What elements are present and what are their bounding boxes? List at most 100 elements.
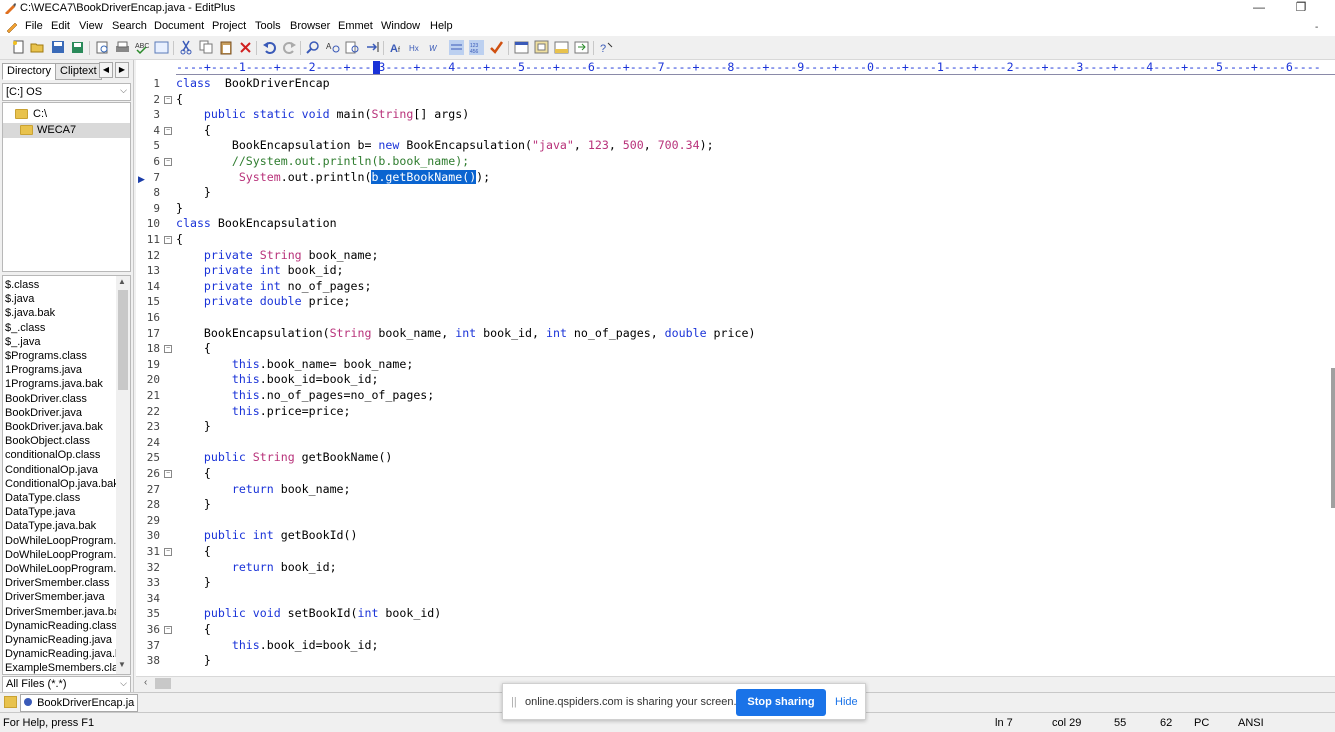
code-line[interactable]: public static void main(String[] args) bbox=[176, 107, 469, 123]
code-line[interactable]: { bbox=[176, 232, 183, 248]
code-line[interactable]: private int book_id; bbox=[176, 263, 344, 279]
find-in-files-icon[interactable] bbox=[345, 40, 360, 55]
tab-directory[interactable]: Directory bbox=[2, 63, 57, 80]
save-icon[interactable] bbox=[51, 40, 66, 55]
window-tile-icon[interactable] bbox=[514, 40, 529, 55]
file-list-item[interactable]: DoWhileLoopProgram.j bbox=[5, 562, 119, 576]
fold-toggle-icon[interactable]: − bbox=[164, 95, 172, 104]
code-line[interactable]: private String book_name; bbox=[176, 248, 379, 264]
menu-emmet[interactable]: Emmet bbox=[338, 20, 373, 32]
file-list-item[interactable]: ConditionalOp.java.bak bbox=[5, 477, 119, 491]
drive-select[interactable]: [C:] OS ⌵ bbox=[2, 83, 131, 101]
fold-toggle-icon[interactable]: − bbox=[164, 470, 172, 478]
menu-document[interactable]: Document bbox=[154, 20, 204, 32]
code-line[interactable]: { bbox=[176, 622, 211, 638]
fold-toggle-icon[interactable]: − bbox=[164, 626, 172, 634]
code-line[interactable]: { bbox=[176, 341, 211, 357]
tree-item-weca7[interactable]: WECA7 bbox=[37, 124, 76, 136]
file-list-item[interactable]: $_.java bbox=[5, 335, 40, 349]
file-list-item[interactable]: DoWhileLoopProgram.c bbox=[5, 534, 122, 548]
menu-tools[interactable]: Tools bbox=[255, 20, 281, 32]
cut-icon[interactable] bbox=[179, 40, 194, 55]
code-line[interactable]: { bbox=[176, 466, 211, 482]
ruler-toggle-icon[interactable] bbox=[449, 40, 464, 55]
hex-view-icon[interactable]: Hx bbox=[409, 40, 424, 55]
fold-toggle-icon[interactable]: − bbox=[164, 126, 172, 135]
file-list-item[interactable]: $.java.bak bbox=[5, 306, 55, 320]
code-line[interactable]: public int getBookId() bbox=[176, 528, 358, 544]
fold-toggle-icon[interactable]: − bbox=[164, 236, 172, 244]
menu-window[interactable]: Window bbox=[381, 20, 420, 32]
code-line[interactable]: this.book_id=book_id; bbox=[176, 638, 379, 654]
menu-view[interactable]: View bbox=[79, 20, 103, 32]
file-list-item[interactable]: BookObject.class bbox=[5, 434, 90, 448]
close-tab-icon[interactable]: × bbox=[137, 698, 138, 709]
word-wrap-icon[interactable]: W bbox=[429, 40, 444, 55]
file-list-item[interactable]: ExampleSmembers.class bbox=[5, 661, 129, 674]
paste-icon[interactable] bbox=[219, 40, 234, 55]
menu-search[interactable]: Search bbox=[112, 20, 147, 32]
code-line[interactable]: return book_name; bbox=[176, 482, 351, 498]
menu-project[interactable]: Project bbox=[212, 20, 246, 32]
code-line[interactable]: private double price; bbox=[176, 294, 351, 310]
fold-toggle-icon[interactable]: − bbox=[164, 158, 172, 166]
delete-icon[interactable] bbox=[238, 40, 253, 55]
file-list-item[interactable]: $Programs.class bbox=[5, 349, 87, 363]
code-line[interactable]: this.price=price; bbox=[176, 404, 351, 420]
code-line[interactable]: this.book_name= book_name; bbox=[176, 357, 413, 373]
copy-icon[interactable] bbox=[199, 40, 214, 55]
code-line[interactable]: } bbox=[176, 575, 211, 591]
toggle-panel-icon[interactable] bbox=[574, 40, 589, 55]
goto-line-icon[interactable] bbox=[365, 40, 380, 55]
code-line[interactable]: class BookDriverEncap bbox=[176, 76, 330, 92]
code-line[interactable]: BookEncapsulation b= new BookEncapsulati… bbox=[176, 138, 714, 154]
html-preview-icon[interactable] bbox=[154, 40, 169, 55]
code-line[interactable]: //System.out.println(b.book_name); bbox=[176, 154, 469, 170]
mdi-minimize-button[interactable]: - bbox=[1315, 22, 1318, 33]
scroll-left-icon[interactable]: ‹ bbox=[144, 677, 147, 688]
file-list-item[interactable]: BookDriver.class bbox=[5, 392, 87, 406]
file-list-item[interactable]: DriverSmember.class bbox=[5, 576, 110, 590]
restore-button[interactable]: ❐ bbox=[1284, 0, 1318, 16]
find-icon[interactable] bbox=[306, 40, 321, 55]
code-line[interactable]: BookEncapsulation(String book_name, int … bbox=[176, 326, 756, 342]
save-all-icon[interactable] bbox=[70, 40, 85, 55]
hide-button[interactable]: Hide bbox=[835, 696, 858, 708]
file-list-item[interactable]: $.class bbox=[5, 278, 39, 292]
code-line[interactable]: System.out.println(b.getBookName()); bbox=[176, 169, 490, 186]
stop-sharing-button[interactable]: Stop sharing bbox=[736, 689, 826, 716]
code-line[interactable]: public void setBookId(int book_id) bbox=[176, 606, 441, 622]
fold-toggle-icon[interactable]: − bbox=[164, 345, 172, 354]
code-text[interactable]: class BookDriverEncap{ public static voi… bbox=[176, 76, 1326, 676]
tab-scroll-left-button[interactable]: ◀ bbox=[99, 62, 113, 78]
vertical-scroll-thumb[interactable] bbox=[1331, 368, 1335, 508]
code-line[interactable]: { bbox=[176, 92, 183, 108]
drag-handle-icon[interactable]: || bbox=[511, 696, 517, 708]
file-list-item[interactable]: DriverSmember.java bbox=[5, 590, 105, 604]
redo-icon[interactable] bbox=[282, 40, 297, 55]
file-list-item[interactable]: ConditionalOp.java bbox=[5, 463, 98, 477]
file-list-item[interactable]: BookDriver.java bbox=[5, 406, 82, 420]
font-icon[interactable]: Af bbox=[389, 40, 404, 55]
file-list-item[interactable]: DataType.java bbox=[5, 505, 75, 519]
open-folder-icon[interactable] bbox=[30, 40, 45, 55]
document-tab-bookdriverencap[interactable]: BookDriverEncap.ja × bbox=[20, 694, 138, 712]
code-line[interactable]: private int no_of_pages; bbox=[176, 279, 372, 295]
tree-item-c-drive[interactable]: C:\ bbox=[33, 108, 47, 120]
menu-edit[interactable]: Edit bbox=[51, 20, 70, 32]
code-line[interactable]: } bbox=[176, 185, 211, 201]
file-list-item[interactable]: 1Programs.java bbox=[5, 363, 82, 377]
file-list-item[interactable]: BookDriver.java.bak bbox=[5, 420, 103, 434]
window-cascade-icon[interactable] bbox=[534, 40, 549, 55]
print-preview-icon[interactable] bbox=[95, 40, 110, 55]
code-line[interactable]: } bbox=[176, 497, 211, 513]
line-numbers-icon[interactable]: 123456 bbox=[469, 40, 484, 55]
code-line[interactable]: public String getBookName() bbox=[176, 450, 393, 466]
tab-scroll-right-button[interactable]: ▶ bbox=[115, 62, 129, 78]
file-list-item[interactable]: DynamicReading.java.b bbox=[5, 647, 121, 661]
file-list-item[interactable]: $.java bbox=[5, 292, 34, 306]
spell-check-icon[interactable]: ABC bbox=[134, 40, 149, 55]
file-list-item[interactable]: DataType.class bbox=[5, 491, 80, 505]
check-syntax-icon[interactable] bbox=[489, 40, 504, 55]
file-list-item[interactable]: DataType.java.bak bbox=[5, 519, 96, 533]
